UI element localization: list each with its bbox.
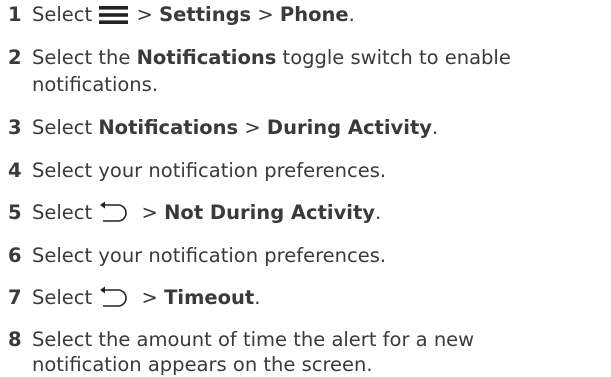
step-number: 6 [8,244,22,267]
notifications-label: Notifications [98,116,239,139]
step-number: 7 [8,286,22,309]
back-arrow-icon [99,286,133,314]
step-end: . [432,116,439,139]
step-text: Select the amount of time the alert for … [32,328,475,351]
menu-settings-label: Settings [159,3,252,26]
step-2: 2 Select the Notifications toggle switch … [8,45,611,70]
back-arrow-icon [99,201,133,229]
step-text: Select the [32,46,137,69]
step-1: 1 Select > Settings > Phone. [8,2,611,31]
step-8-continuation: notification appears on the screen. [32,353,373,376]
step-text: Select [32,201,99,224]
notifications-label: Notifications [136,46,277,69]
step-7: 7 Select > Timeout. [8,285,611,314]
step-number: 3 [8,116,22,139]
during-activity-label: During Activity [266,116,432,139]
separator: > [130,3,160,26]
instruction-steps: 1 Select > Settings > Phone. 2 Select the … [0,0,611,377]
hamburger-menu-icon [99,5,129,31]
step-number: 8 [8,328,22,351]
step-2-continuation: notifications. [32,73,159,96]
timeout-label: Timeout [164,286,255,309]
step-text: Select [32,3,99,26]
step-8: 8 Select the amount of time the alert for… [8,327,611,352]
step-number: 2 [8,46,22,69]
step-number: 1 [8,3,22,26]
step-number: 5 [8,201,22,224]
menu-phone-label: Phone [279,3,349,26]
step-text: Select your notification preferences. [32,159,387,182]
separator: > [135,201,165,224]
separator: > [251,3,280,26]
separator: > [238,116,267,139]
step-text: toggle switch to enable [276,46,511,69]
step-end: . [254,286,261,309]
step-number: 4 [8,159,22,182]
step-4: 4 Select your notification preferences. [8,158,611,183]
separator: > [135,286,165,309]
step-end: . [375,201,382,224]
step-6: 6 Select your notification preferences. [8,243,611,268]
step-text: Select [32,286,99,309]
step-text: Select your notification preferences. [32,244,387,267]
step-text: Select [32,116,99,139]
step-end: . [348,3,355,26]
not-during-activity-label: Not During Activity [164,201,376,224]
step-3: 3 Select Notifications > During Activity. [8,115,611,140]
step-5: 5 Select > Not During Activity. [8,200,611,229]
